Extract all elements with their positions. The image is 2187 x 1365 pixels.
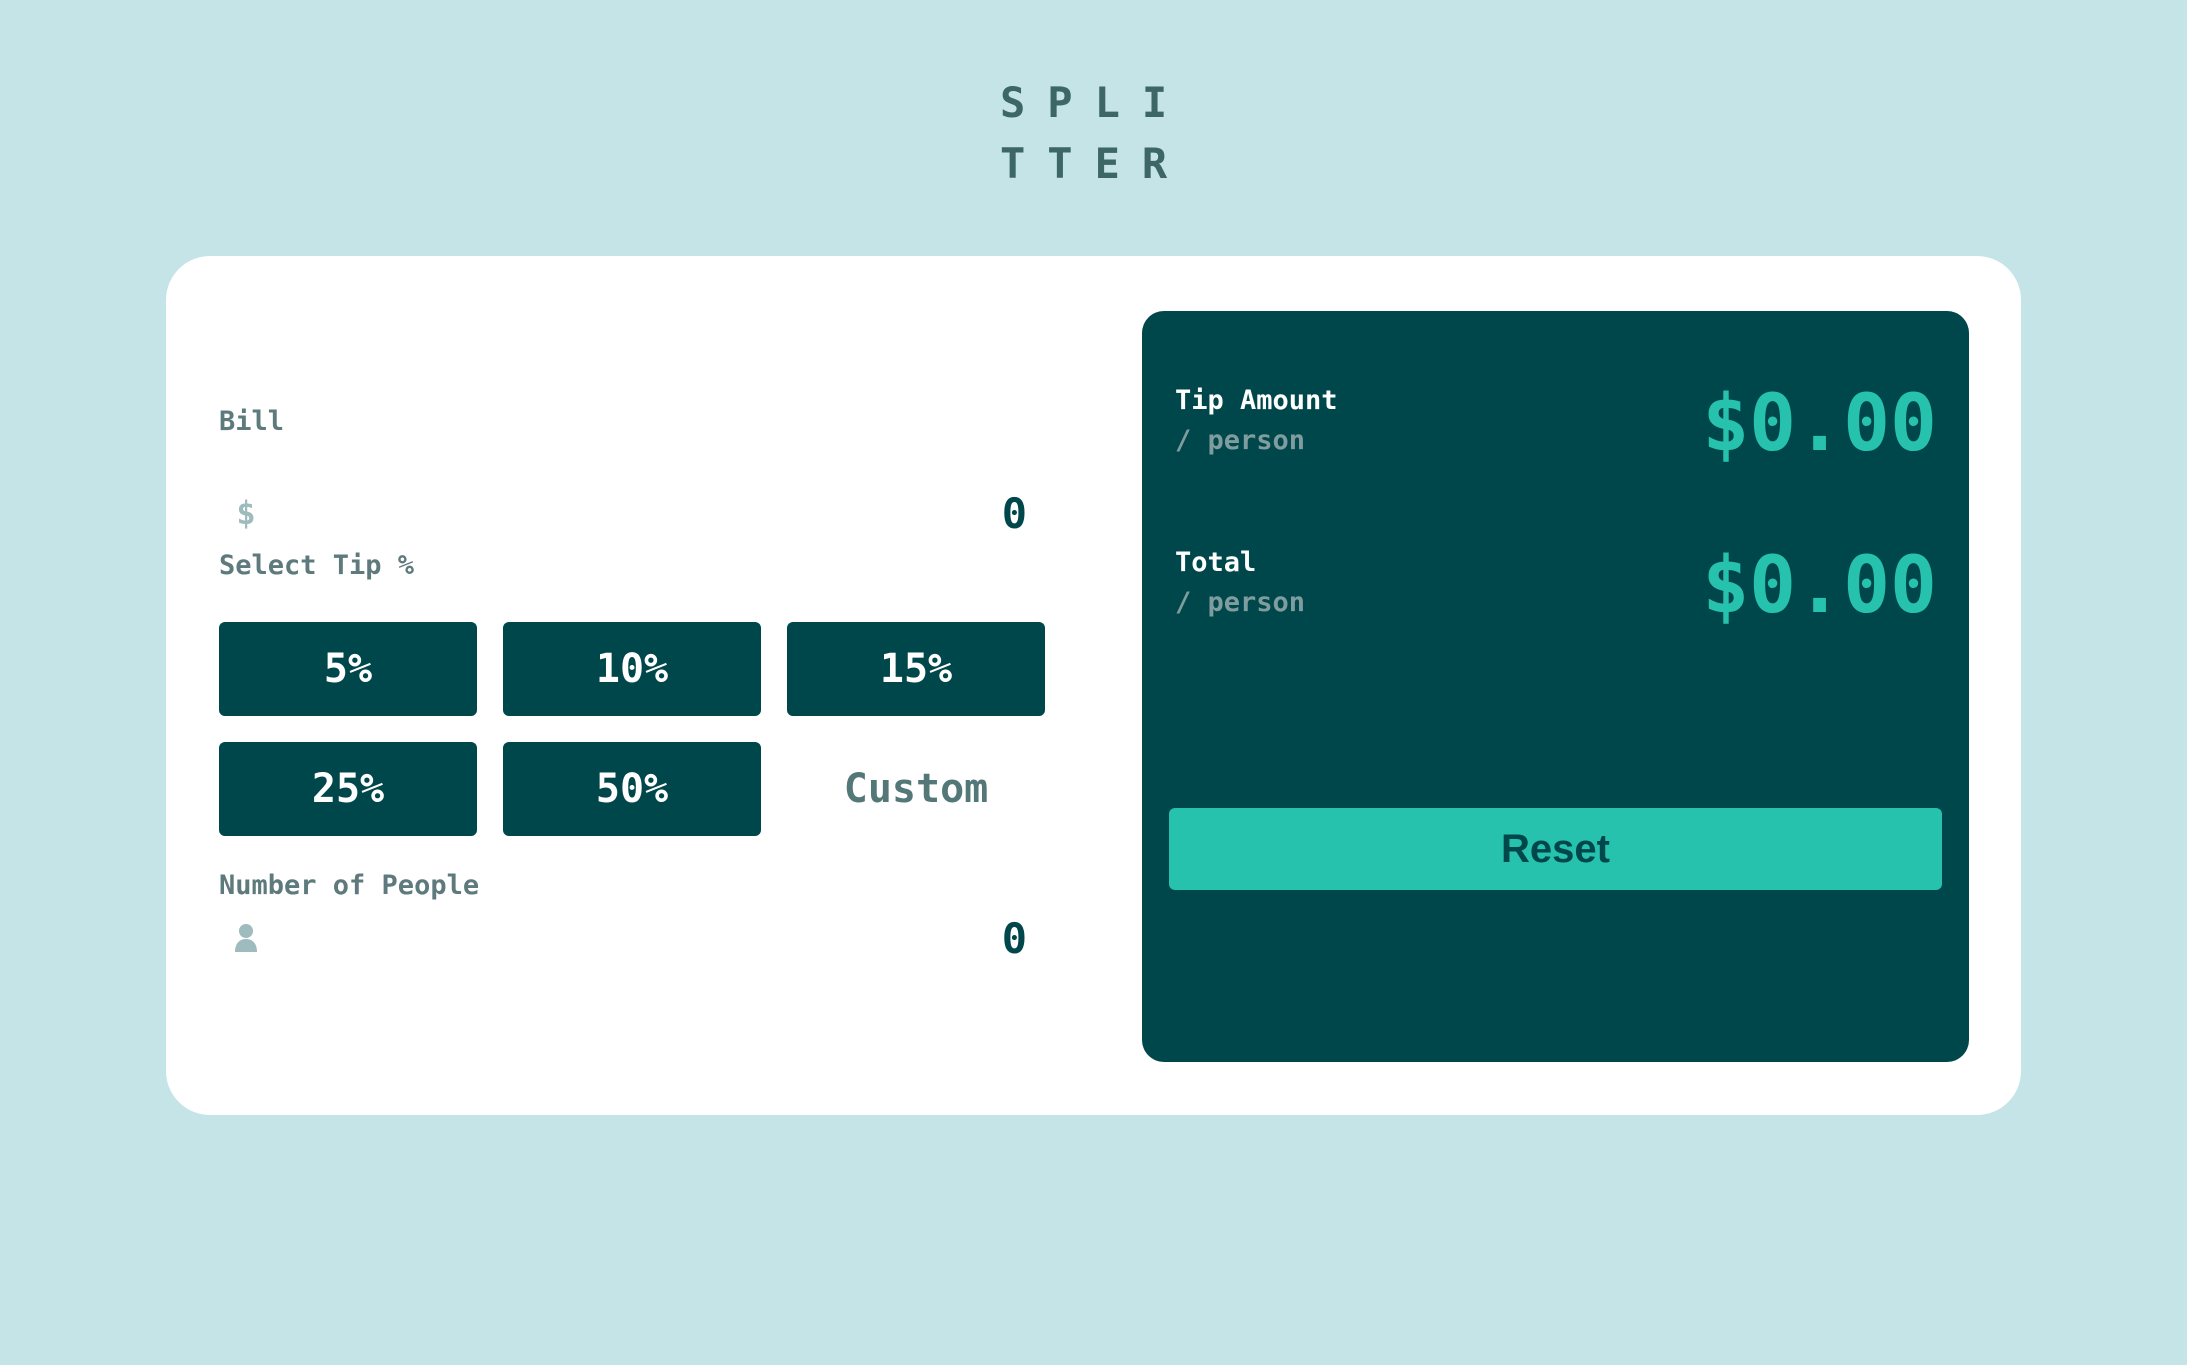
tip-amount-labels: Tip Amount / person xyxy=(1175,381,1338,461)
total-value: $0.00 xyxy=(1702,541,1937,631)
tip-button-50[interactable]: 50% xyxy=(503,742,761,836)
tip-amount-value: $0.00 xyxy=(1702,379,1937,469)
tip-amount-per-person: / person xyxy=(1175,425,1306,456)
total-row: Total / person $0.00 xyxy=(1175,541,1937,631)
bill-input[interactable]: 0 xyxy=(827,489,1027,538)
people-input[interactable]: 0 xyxy=(827,914,1027,963)
tip-button-15[interactable]: 15% xyxy=(787,622,1045,716)
total-labels: Total / person xyxy=(1175,543,1305,623)
tip-amount-label: Tip Amount xyxy=(1175,385,1338,416)
people-input-row[interactable]: 0 xyxy=(219,906,1045,970)
tip-amount-row: Tip Amount / person $0.00 xyxy=(1175,379,1937,469)
total-per-person: / person xyxy=(1175,587,1306,618)
splitter-logo: SPLI TTER xyxy=(1000,72,1200,194)
page: SPLI TTER Bill $ 0 Select Tip % 5% 10% 1… xyxy=(0,0,2187,1365)
number-of-people-label: Number of People xyxy=(219,870,480,901)
tip-button-5[interactable]: 5% xyxy=(219,622,477,716)
tip-button-10[interactable]: 10% xyxy=(503,622,761,716)
tip-options-grid: 5% 10% 15% 25% 50% Custom xyxy=(219,622,1049,836)
tip-button-25[interactable]: 25% xyxy=(219,742,477,836)
select-tip-label: Select Tip % xyxy=(219,550,415,581)
logo-line-1: SPLI xyxy=(1000,78,1190,127)
bill-input-row[interactable]: $ 0 xyxy=(219,481,1045,545)
total-label: Total xyxy=(1175,547,1257,578)
reset-button[interactable]: Reset xyxy=(1169,808,1942,890)
custom-tip-input[interactable]: Custom xyxy=(787,742,1045,836)
logo-line-2: TTER xyxy=(1000,139,1190,188)
bill-label: Bill xyxy=(219,406,285,437)
result-panel: Tip Amount / person $0.00 Total / person… xyxy=(1142,311,1969,1062)
person-icon xyxy=(231,923,261,953)
dollar-icon: $ xyxy=(236,494,256,532)
calculator-card: Bill $ 0 Select Tip % 5% 10% 15% 25% 50%… xyxy=(166,256,2021,1115)
